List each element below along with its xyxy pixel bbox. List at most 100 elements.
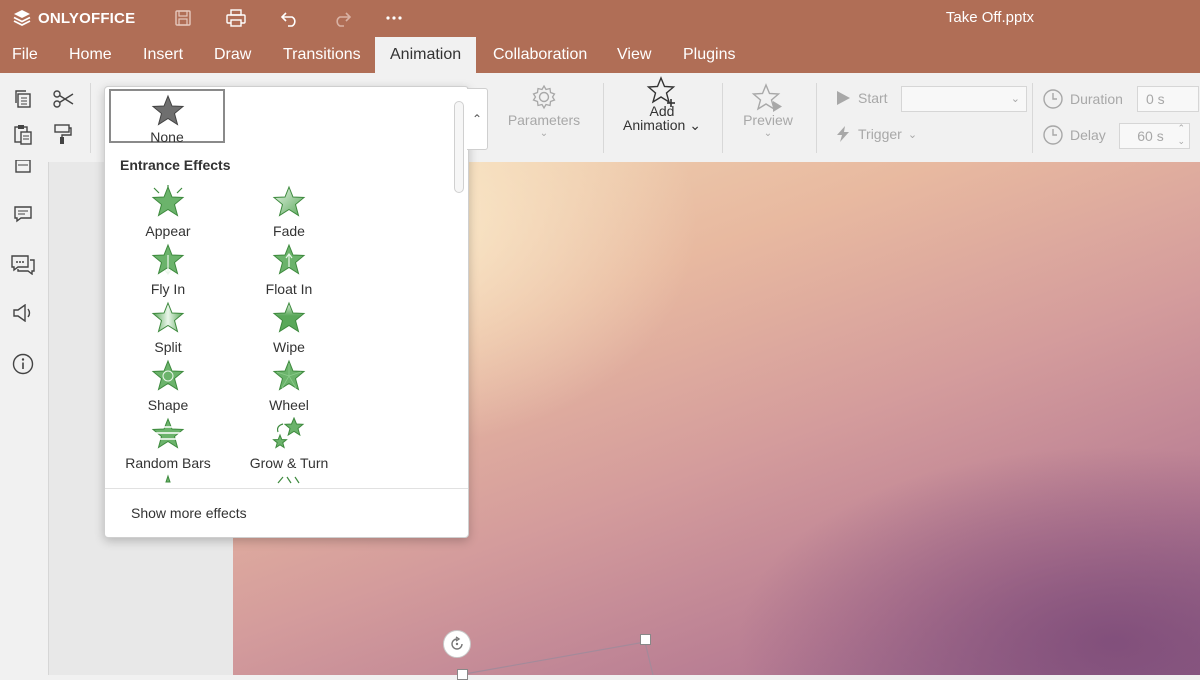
wipe-star-icon bbox=[272, 301, 306, 333]
toolbar-separator bbox=[722, 83, 723, 153]
start-label: Start bbox=[858, 90, 888, 106]
tab-view[interactable]: View bbox=[602, 37, 666, 73]
delay-label: Delay bbox=[1070, 127, 1106, 143]
cut-icon[interactable] bbox=[50, 86, 76, 112]
effect-label: Wipe bbox=[273, 339, 305, 355]
toolbar-separator bbox=[816, 83, 817, 153]
delay-input[interactable]: 60 s ⌃ ⌄ bbox=[1119, 123, 1190, 149]
effect-grow-turn[interactable]: Grow & Turn bbox=[229, 417, 349, 473]
wheel-star-icon bbox=[272, 359, 306, 391]
effect-appear[interactable]: Appear bbox=[108, 185, 228, 241]
more-actions-icon[interactable] bbox=[381, 7, 407, 29]
tab-plugins[interactable]: Plugins bbox=[668, 37, 750, 73]
undo-icon[interactable] bbox=[277, 7, 303, 29]
effect-none[interactable]: None bbox=[109, 89, 225, 145]
add-label: Add bbox=[649, 103, 675, 119]
effect-shape[interactable]: Shape bbox=[108, 359, 228, 415]
parameters-label: Parameters bbox=[507, 112, 581, 128]
redo-icon[interactable] bbox=[329, 7, 355, 29]
menu-bar: File Home Insert Draw Transitions Animat… bbox=[0, 37, 1200, 73]
save-icon[interactable] bbox=[170, 7, 196, 29]
duration-input[interactable]: 0 s bbox=[1137, 86, 1199, 112]
resize-handle[interactable] bbox=[640, 634, 651, 645]
effect-split[interactable]: Split bbox=[108, 301, 228, 357]
speaker-icon[interactable] bbox=[10, 300, 36, 326]
slides-icon[interactable] bbox=[10, 154, 36, 180]
effect-label: Shape bbox=[147, 397, 189, 413]
effect-wipe[interactable]: Wipe bbox=[229, 301, 349, 357]
effect-fly-in[interactable]: Fly In bbox=[108, 243, 228, 299]
effect-label: Fade bbox=[273, 223, 305, 239]
lightning-icon bbox=[837, 126, 849, 142]
add-animation-button[interactable]: Add Animation ⌄ bbox=[619, 76, 705, 133]
app-logo: ONLYOFFICE bbox=[12, 8, 135, 28]
logo-text: ONLYOFFICE bbox=[38, 9, 136, 27]
effect-wheel[interactable]: Wheel bbox=[229, 359, 349, 415]
start-control: Start bbox=[834, 89, 888, 107]
animation-label: Animation ⌄ bbox=[623, 117, 701, 133]
document-title: Take Off.pptx bbox=[945, 9, 1034, 26]
none-star-icon bbox=[151, 94, 185, 126]
effect-fade[interactable]: Fade bbox=[229, 185, 349, 241]
chat-icon[interactable] bbox=[10, 252, 36, 278]
tab-draw[interactable]: Draw bbox=[199, 37, 266, 73]
spinner-arrows-icon[interactable]: ⌃ ⌄ bbox=[1177, 122, 1185, 148]
tab-file[interactable]: File bbox=[0, 37, 53, 73]
delay-value: 60 s bbox=[1137, 128, 1164, 144]
left-rail bbox=[0, 160, 49, 675]
start-select[interactable]: ⌄ bbox=[901, 86, 1027, 112]
effect-label: Split bbox=[154, 339, 182, 355]
clock-icon bbox=[1043, 125, 1063, 145]
show-more-effects-link[interactable]: Show more effects bbox=[131, 505, 247, 521]
effect-label: Fly In bbox=[150, 281, 186, 297]
comments-icon[interactable] bbox=[10, 201, 36, 227]
paste-icon[interactable] bbox=[10, 121, 36, 147]
trigger-button[interactable]: Trigger ⌄ bbox=[834, 125, 917, 143]
chevron-down-icon: ⌄ bbox=[1010, 93, 1020, 105]
chevron-up-icon: ⌃ bbox=[471, 112, 483, 126]
clock-icon bbox=[1043, 89, 1063, 109]
appear-star-icon bbox=[151, 185, 185, 217]
effect-label: Appear bbox=[145, 223, 191, 239]
format-painter-icon[interactable] bbox=[50, 121, 76, 147]
tab-transitions[interactable]: Transitions bbox=[268, 37, 376, 73]
effect-label: Grow & Turn bbox=[249, 455, 329, 471]
chevron-down-icon: ⌄ bbox=[763, 128, 773, 139]
tab-collaboration[interactable]: Collaboration bbox=[478, 37, 602, 73]
tab-home[interactable]: Home bbox=[54, 37, 127, 73]
copy-icon[interactable] bbox=[10, 86, 36, 112]
duration-label: Duration bbox=[1070, 91, 1123, 107]
effect-partial-icon bbox=[229, 474, 349, 486]
gallery-scroll-up-button[interactable]: ⌃ bbox=[467, 88, 488, 150]
parameters-button[interactable]: Parameters ⌄ bbox=[503, 83, 585, 141]
preview-button[interactable]: Preview ⌄ bbox=[734, 83, 802, 141]
float-in-star-icon bbox=[272, 243, 306, 275]
info-icon[interactable] bbox=[10, 351, 36, 377]
rotate-icon bbox=[451, 636, 463, 650]
preview-label: Preview bbox=[743, 112, 793, 128]
fly-in-star-icon bbox=[151, 243, 185, 275]
shape-star-icon bbox=[151, 359, 185, 391]
print-icon[interactable] bbox=[223, 7, 249, 29]
delay-control: Delay bbox=[1042, 124, 1106, 146]
effect-random-bars[interactable]: Random Bars bbox=[108, 417, 228, 473]
trigger-label: Trigger bbox=[858, 126, 902, 142]
toolbar-separator bbox=[603, 83, 604, 153]
fade-star-icon bbox=[272, 185, 306, 217]
split-star-icon bbox=[151, 301, 185, 333]
chevron-down-icon: ⌄ bbox=[539, 128, 549, 139]
rotate-handle[interactable] bbox=[443, 630, 471, 658]
dropdown-scrollbar[interactable] bbox=[454, 101, 464, 193]
tab-insert[interactable]: Insert bbox=[128, 37, 198, 73]
gear-icon bbox=[532, 84, 556, 110]
onlyoffice-logo-icon bbox=[13, 10, 31, 27]
toolbar-separator bbox=[90, 83, 91, 153]
effect-float-in[interactable]: Float In bbox=[229, 243, 349, 299]
duration-control: Duration bbox=[1042, 88, 1123, 110]
play-icon bbox=[837, 91, 850, 105]
animation-effects-dropdown: None Entrance Effects Appear Fade Fly In… bbox=[104, 86, 469, 538]
effect-label: Float In bbox=[265, 281, 313, 297]
tab-animation[interactable]: Animation bbox=[375, 37, 477, 73]
effect-none-label: None bbox=[150, 129, 184, 145]
grow-turn-star-icon bbox=[272, 417, 305, 449]
